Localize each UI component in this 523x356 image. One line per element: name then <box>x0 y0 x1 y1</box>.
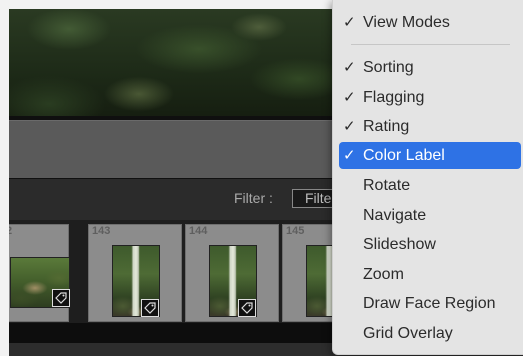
menu-separator <box>351 44 510 45</box>
filmstrip-context-menu: ✓ View Modes ✓ Sorting ✓ Flagging ✓ Rati… <box>332 0 523 355</box>
filmstrip-cell[interactable]: 2 <box>9 224 70 322</box>
menu-item-label: Sorting <box>363 59 414 76</box>
keyword-tag-icon[interactable] <box>141 299 159 317</box>
menu-item-label: Slideshow <box>363 236 436 253</box>
filmstrip-cell[interactable]: 144 <box>185 224 279 322</box>
menu-item-label: Color Label <box>363 147 445 164</box>
menu-item-view-modes[interactable]: ✓ View Modes <box>339 9 521 36</box>
menu-item-rating[interactable]: ✓ Rating <box>339 113 521 140</box>
checkmark-icon: ✓ <box>343 14 356 31</box>
menu-item-label: View Modes <box>363 14 450 31</box>
keyword-tag-icon[interactable] <box>238 299 256 317</box>
cell-number: 144 <box>189 225 208 237</box>
cell-number: 2 <box>9 225 13 237</box>
menu-item-label: Draw Face Region <box>363 295 496 312</box>
menu-item-color-label[interactable]: ✓ Color Label <box>339 142 521 169</box>
keyword-tag-icon[interactable] <box>52 289 70 307</box>
menu-item-label: Navigate <box>363 207 427 224</box>
cell-number: 145 <box>286 225 305 237</box>
menu-item-label: Rotate <box>363 177 411 194</box>
checkmark-icon: ✓ <box>343 147 356 164</box>
menu-item-label: Grid Overlay <box>363 325 453 342</box>
checkmark-icon: ✓ <box>343 59 356 76</box>
menu-item-label: Flagging <box>363 89 425 106</box>
menu-item-flagging[interactable]: ✓ Flagging <box>339 84 521 111</box>
menu-item-slideshow[interactable]: Slideshow <box>339 231 521 258</box>
menu-item-navigate[interactable]: Navigate <box>339 202 521 229</box>
checkmark-icon: ✓ <box>343 89 356 106</box>
menu-item-grid-overlay[interactable]: Grid Overlay <box>339 320 521 347</box>
filmstrip-cell[interactable]: 143 <box>88 224 182 322</box>
menu-item-sorting[interactable]: ✓ Sorting <box>339 54 521 81</box>
menu-item-label: Zoom <box>363 266 404 283</box>
cell-number: 143 <box>92 225 111 237</box>
checkmark-icon: ✓ <box>343 118 356 135</box>
menu-item-label: Rating <box>363 118 410 135</box>
menu-item-draw-face-region[interactable]: Draw Face Region <box>339 290 521 317</box>
filter-label: Filter : <box>234 190 273 206</box>
menu-item-zoom[interactable]: Zoom <box>339 261 521 288</box>
menu-item-rotate[interactable]: Rotate <box>339 172 521 199</box>
